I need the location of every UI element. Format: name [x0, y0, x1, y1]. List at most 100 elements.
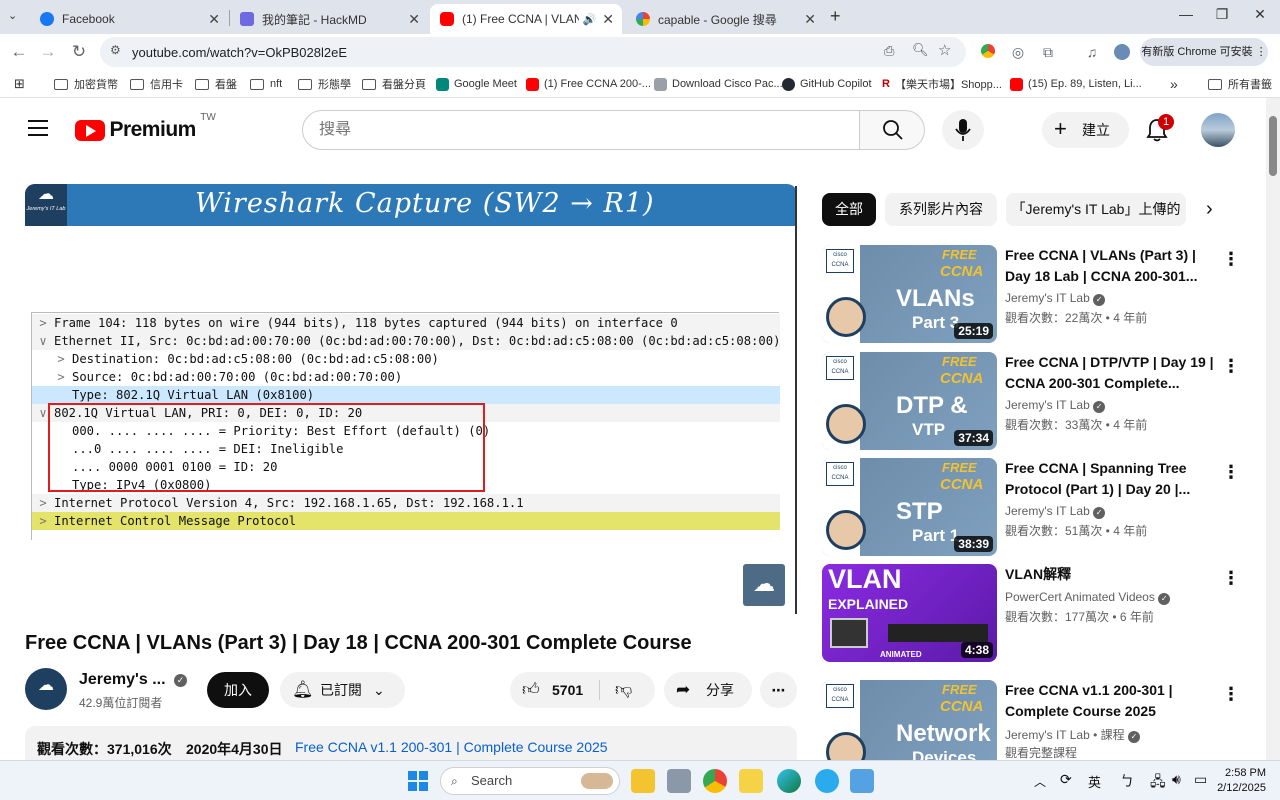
file-explorer-icon[interactable]: [631, 769, 655, 793]
recommended-channel[interactable]: Jeremy's IT Lab ✓: [1005, 398, 1106, 413]
bookmark-nft[interactable]: nft: [250, 76, 282, 92]
tab-search-icon[interactable]: ⌄: [8, 9, 17, 22]
volume-icon[interactable]: 🔊︎: [1172, 771, 1181, 788]
bookmark-crypto[interactable]: 加密貨幣: [54, 76, 118, 92]
chip-all[interactable]: 全部: [822, 193, 876, 226]
ime-mode-icon[interactable]: ㄅ: [1120, 771, 1134, 791]
chrome-extension-icon[interactable]: [980, 44, 996, 60]
taskbar-search[interactable]: ⌕ Search: [440, 767, 620, 795]
windows-start-icon[interactable]: [408, 771, 428, 791]
join-button[interactable]: 加入: [207, 672, 269, 708]
chrome-update-button[interactable]: 有新版 Chrome 可安裝 ⋮: [1140, 38, 1268, 66]
maximize-button[interactable]: ❐: [1202, 6, 1242, 28]
minimize-button[interactable]: —: [1166, 6, 1206, 28]
bookmark-google-meet[interactable]: Google Meet: [436, 76, 517, 92]
recommended-title[interactable]: Free CCNA | Spanning Tree Protocol (Part…: [1005, 458, 1215, 500]
expand-chevron-icon[interactable]: >: [32, 512, 54, 530]
bookmark-credit-card[interactable]: 信用卡: [130, 76, 183, 92]
site-info-icon[interactable]: ⚙: [110, 43, 121, 57]
like-button[interactable]: 👍︎ 5701: [510, 672, 600, 708]
recommended-channel[interactable]: Jeremy's IT Lab ✓: [1005, 291, 1106, 306]
bookmark-rakuten[interactable]: R 【樂天市場】Shopp...: [882, 76, 1002, 92]
network-icon[interactable]: 🖧︎: [1150, 771, 1166, 795]
bookmark-star-icon[interactable]: ☆: [938, 41, 951, 59]
voice-search-button[interactable]: [942, 110, 984, 150]
recommended-channel[interactable]: Jeremy's IT Lab ✓: [1005, 504, 1106, 519]
recommended-video[interactable]: cisco CCNA FREE CCNA DTP & VTP 37:34 Free CCNA …: [822, 352, 1252, 450]
recommended-video[interactable]: VLAN EXPLAINED ANIMATED 4:38 VLAN解釋 PowerCert…: [822, 564, 1252, 662]
collapse-chevron-icon[interactable]: ∨: [32, 332, 54, 350]
video-thumbnail[interactable]: VLAN EXPLAINED ANIMATED 4:38: [822, 564, 997, 662]
address-bar[interactable]: ⚙ youtube.com/watch?v=OkPB028l2eE ⎙ 🔍︎ ☆: [100, 37, 966, 67]
forward-button[interactable]: →: [37, 41, 59, 63]
zoom-icon[interactable]: 🔍︎: [912, 42, 929, 58]
notepad-icon[interactable]: [850, 769, 874, 793]
youtube-logo[interactable]: Premium TW: [75, 112, 216, 142]
chip-uploads[interactable]: 「Jeremy's IT Lab」上傳的: [1006, 193, 1186, 226]
sticky-notes-icon[interactable]: [739, 769, 763, 793]
expand-chevron-icon[interactable]: >: [50, 350, 72, 368]
recommended-video[interactable]: cisco CCNA FREE CCNA VLANs Part 3 25:19 Free CC…: [822, 245, 1252, 343]
tray-chevron-up-icon[interactable]: ︿: [1034, 773, 1046, 790]
recommended-channel[interactable]: PowerCert Animated Videos ✓: [1005, 590, 1171, 605]
recommended-title[interactable]: Free CCNA | VLANs (Part 3) | Day 18 Lab …: [1005, 245, 1215, 287]
media-control-icon[interactable]: ♫: [1084, 44, 1100, 60]
edge-extension-icon[interactable]: ◎: [1010, 44, 1026, 60]
recommended-title[interactable]: Free CCNA v1.1 200-301 | Complete Course…: [1005, 680, 1215, 722]
tab-facebook[interactable]: Facebook ✕: [30, 4, 228, 34]
more-vertical-icon[interactable]: ⋮: [1222, 249, 1240, 270]
search-input[interactable]: [319, 121, 819, 139]
recommended-title[interactable]: Free CCNA | DTP/VTP | Day 19 | CCNA 200-…: [1005, 352, 1215, 394]
close-tab-icon[interactable]: ✕: [602, 11, 614, 28]
bookmark-charts[interactable]: 看盤: [195, 76, 237, 92]
hamburger-menu-icon[interactable]: [28, 120, 48, 136]
video-thumbnail[interactable]: cisco CCNA FREE CCNA VLANs Part 3 25:19: [822, 245, 997, 343]
recommended-video[interactable]: cisco CCNA FREE CCNA STP Part 1 38:39 Free CCNA…: [822, 458, 1252, 556]
tray-sync-icon[interactable]: ⟳: [1060, 771, 1072, 788]
bookmarks-overflow[interactable]: »: [1170, 76, 1178, 92]
scrollbar-thumb[interactable]: [1269, 116, 1277, 176]
recommended-title[interactable]: VLAN解釋: [1005, 564, 1215, 585]
close-window-button[interactable]: ✕: [1240, 6, 1280, 28]
playlist-link[interactable]: Free CCNA v1.1 200-301 | Complete Course…: [295, 739, 608, 755]
notifications-button[interactable]: 1: [1146, 114, 1175, 142]
bookmark-copilot[interactable]: GitHub Copilot: [782, 76, 872, 92]
channel-name[interactable]: Jeremy's ... ✓: [79, 671, 187, 689]
expand-chevron-icon[interactable]: >: [32, 494, 54, 512]
account-avatar[interactable]: [1201, 113, 1235, 147]
expand-chevron-icon[interactable]: >: [50, 368, 72, 386]
edge-icon[interactable]: [777, 769, 801, 793]
dislike-button[interactable]: 👎︎: [605, 672, 650, 708]
video-thumbnail[interactable]: cisco CCNA FREE CCNA STP Part 1 38:39: [822, 458, 997, 556]
page-scrollbar[interactable]: [1266, 98, 1280, 760]
ime-indicator[interactable]: 英: [1088, 772, 1101, 791]
bookmark-morphology[interactable]: 形態學: [298, 76, 351, 92]
all-bookmarks[interactable]: 所有書籤: [1208, 76, 1272, 92]
tab-google[interactable]: capable - Google 搜尋 ✕: [626, 4, 824, 34]
expand-chevron-icon[interactable]: >: [32, 314, 54, 332]
extensions-puzzle-icon[interactable]: ⧉: [1040, 44, 1056, 60]
share-button[interactable]: ➦ 分享: [664, 672, 752, 708]
recommended-channel[interactable]: Jeremy's IT Lab • 課程 ✓: [1005, 726, 1140, 743]
subscribed-button[interactable]: 🔔︎ 已訂閱 ⌄: [280, 672, 405, 708]
chip-series[interactable]: 系列影片內容: [885, 193, 997, 226]
tab-youtube-active[interactable]: (1) Free CCNA | VLANs (Part 🔊 ✕: [430, 4, 622, 34]
bookmark-chart-tabs[interactable]: 看盤分頁: [362, 76, 426, 92]
new-tab-button[interactable]: +: [830, 6, 841, 27]
channel-avatar[interactable]: ☁: [25, 668, 67, 710]
bookmark-podcast[interactable]: (15) Ep. 89, Listen, Li...: [1010, 76, 1142, 92]
install-app-icon[interactable]: ⎙: [884, 43, 894, 59]
create-button[interactable]: + 建立: [1042, 112, 1129, 148]
close-tab-icon[interactable]: ✕: [408, 11, 420, 28]
chrome-taskbar-icon[interactable]: [703, 769, 727, 793]
tab-hackmd[interactable]: 我的筆記 - HackMD ✕: [230, 4, 428, 34]
app-icon[interactable]: [667, 769, 691, 793]
more-vertical-icon[interactable]: ⋮: [1222, 462, 1240, 483]
bookmark-cisco[interactable]: Download Cisco Pac...: [654, 76, 783, 92]
close-tab-icon[interactable]: ✕: [804, 11, 816, 28]
video-player[interactable]: ☁ Jeremy's IT Lab Wireshark Capture (SW2…: [25, 184, 797, 616]
search-button[interactable]: [859, 110, 925, 150]
video-thumbnail[interactable]: cisco CCNA FREE CCNA DTP & VTP 37:34: [822, 352, 997, 450]
speaker-icon[interactable]: 🔊: [583, 13, 597, 26]
back-button[interactable]: ←: [8, 41, 30, 63]
